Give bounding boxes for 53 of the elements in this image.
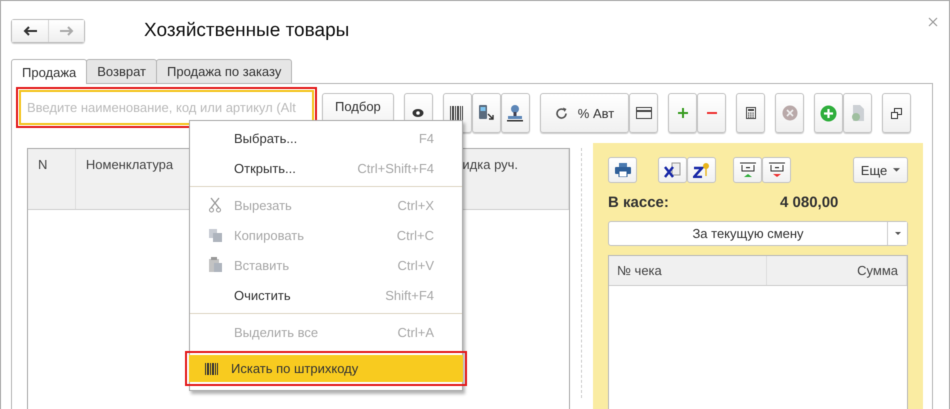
tab[interactable]: Продажа [11,59,88,84]
document-add-icon [850,104,866,122]
stamp-icon [506,104,524,122]
back-button[interactable] [12,20,48,42]
add-button[interactable] [668,93,698,133]
x-report-icon [664,162,682,178]
barcode-icon [205,362,219,374]
window-title: Хозяйственные товары [144,20,350,42]
barcode-icon [450,105,464,121]
menu-item[interactable]: Искать по штрихкоду [189,355,463,382]
z-report-button[interactable] [687,157,716,183]
tab[interactable]: Возврат [86,59,158,84]
plus-icon [678,108,688,118]
period-dropdown[interactable]: За текущую смену [608,221,908,246]
calculator-button[interactable] [736,93,766,133]
printer-icon [614,163,630,177]
tab[interactable]: Продажа по заказу [156,59,292,84]
withdraw-button[interactable] [762,157,791,183]
discount-button[interactable]: % Авт [540,93,630,133]
copy-icon [208,228,222,242]
search-field[interactable]: Введите наименование, код или артикул (Alt [19,90,314,125]
scissors-icon [209,197,221,213]
deposit-button[interactable] [733,157,762,183]
arrow-left-icon [23,26,37,36]
refresh-icon [554,106,568,120]
column-header: Сумма [767,256,907,285]
plus-circle-icon [820,104,838,122]
stamp-button[interactable] [500,93,530,133]
create-button[interactable] [814,93,844,133]
card-button[interactable] [629,93,658,133]
print-button[interactable] [608,157,637,183]
cash-label: В кассе: [608,194,670,211]
arrow-right-icon [60,26,74,36]
cancel-icon [782,105,798,121]
clipboard-icon [208,257,222,273]
more-button[interactable]: Еще [853,157,908,183]
restore-window-icon [891,108,902,118]
caret-icon [893,168,900,172]
eye-icon [412,108,424,118]
drawer-down-icon [768,162,786,178]
column-header: N [28,149,76,209]
restore-window-button[interactable] [882,93,912,133]
drawer-up-icon [738,162,756,178]
close-icon[interactable] [927,16,939,28]
z-report-icon [692,162,710,178]
cash-amount: 4 080,00 [780,194,838,211]
scanner-button[interactable] [472,93,501,133]
menu-item[interactable]: Очистить Shift+F4 [190,280,462,310]
card-icon [636,107,652,119]
scanner-icon [477,104,496,122]
x-report-button[interactable] [658,157,687,183]
column-header: № чека [609,256,768,285]
calculator-icon [746,107,756,119]
